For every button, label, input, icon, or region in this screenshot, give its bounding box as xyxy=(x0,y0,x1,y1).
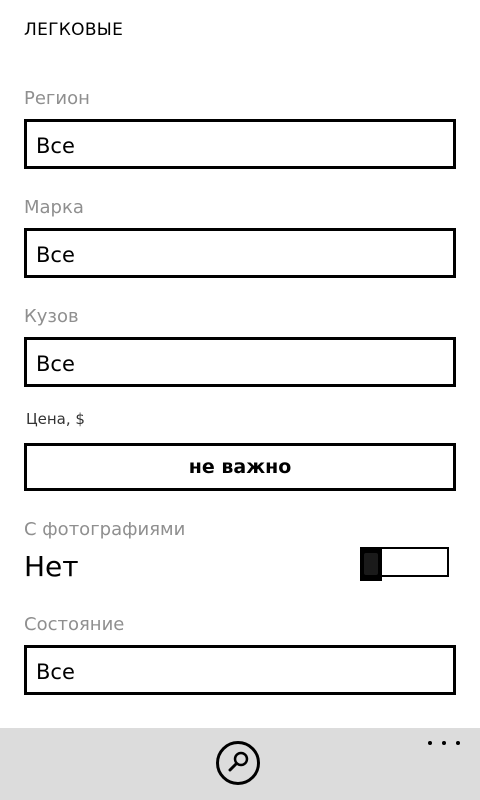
photos-toggle-switch[interactable] xyxy=(360,547,449,581)
price-button[interactable]: не важно xyxy=(24,443,456,491)
price-label: Цена, $ xyxy=(26,410,85,428)
search-icon xyxy=(228,751,249,772)
region-label: Регион xyxy=(24,88,90,109)
page-title: ЛЕГКОВЫЕ xyxy=(24,20,124,40)
condition-value: Все xyxy=(36,660,75,684)
body-value: Все xyxy=(36,352,75,376)
condition-picker[interactable]: Все xyxy=(24,645,456,695)
more-dot-icon xyxy=(456,741,460,745)
more-dot-icon xyxy=(442,741,446,745)
photos-toggle-state: Нет xyxy=(24,550,79,583)
toggle-thumb xyxy=(360,547,382,581)
search-filters-page: ЛЕГКОВЫЕ Регион Все Марка Все Кузов Все … xyxy=(0,0,480,800)
brand-value: Все xyxy=(36,243,75,267)
body-picker[interactable]: Все xyxy=(24,337,456,387)
more-dot-icon xyxy=(428,741,432,745)
toggle-thumb-inner xyxy=(364,553,378,575)
brand-picker[interactable]: Все xyxy=(24,228,456,278)
more-button[interactable] xyxy=(428,736,460,750)
condition-label: Состояние xyxy=(24,614,125,635)
region-value: Все xyxy=(36,134,75,158)
photos-label: С фотографиями xyxy=(24,519,186,540)
app-bar xyxy=(0,728,480,800)
body-label: Кузов xyxy=(24,306,79,327)
brand-label: Марка xyxy=(24,197,84,218)
search-button[interactable] xyxy=(216,741,260,785)
region-picker[interactable]: Все xyxy=(24,119,456,169)
next-field-label-peek xyxy=(24,720,44,728)
